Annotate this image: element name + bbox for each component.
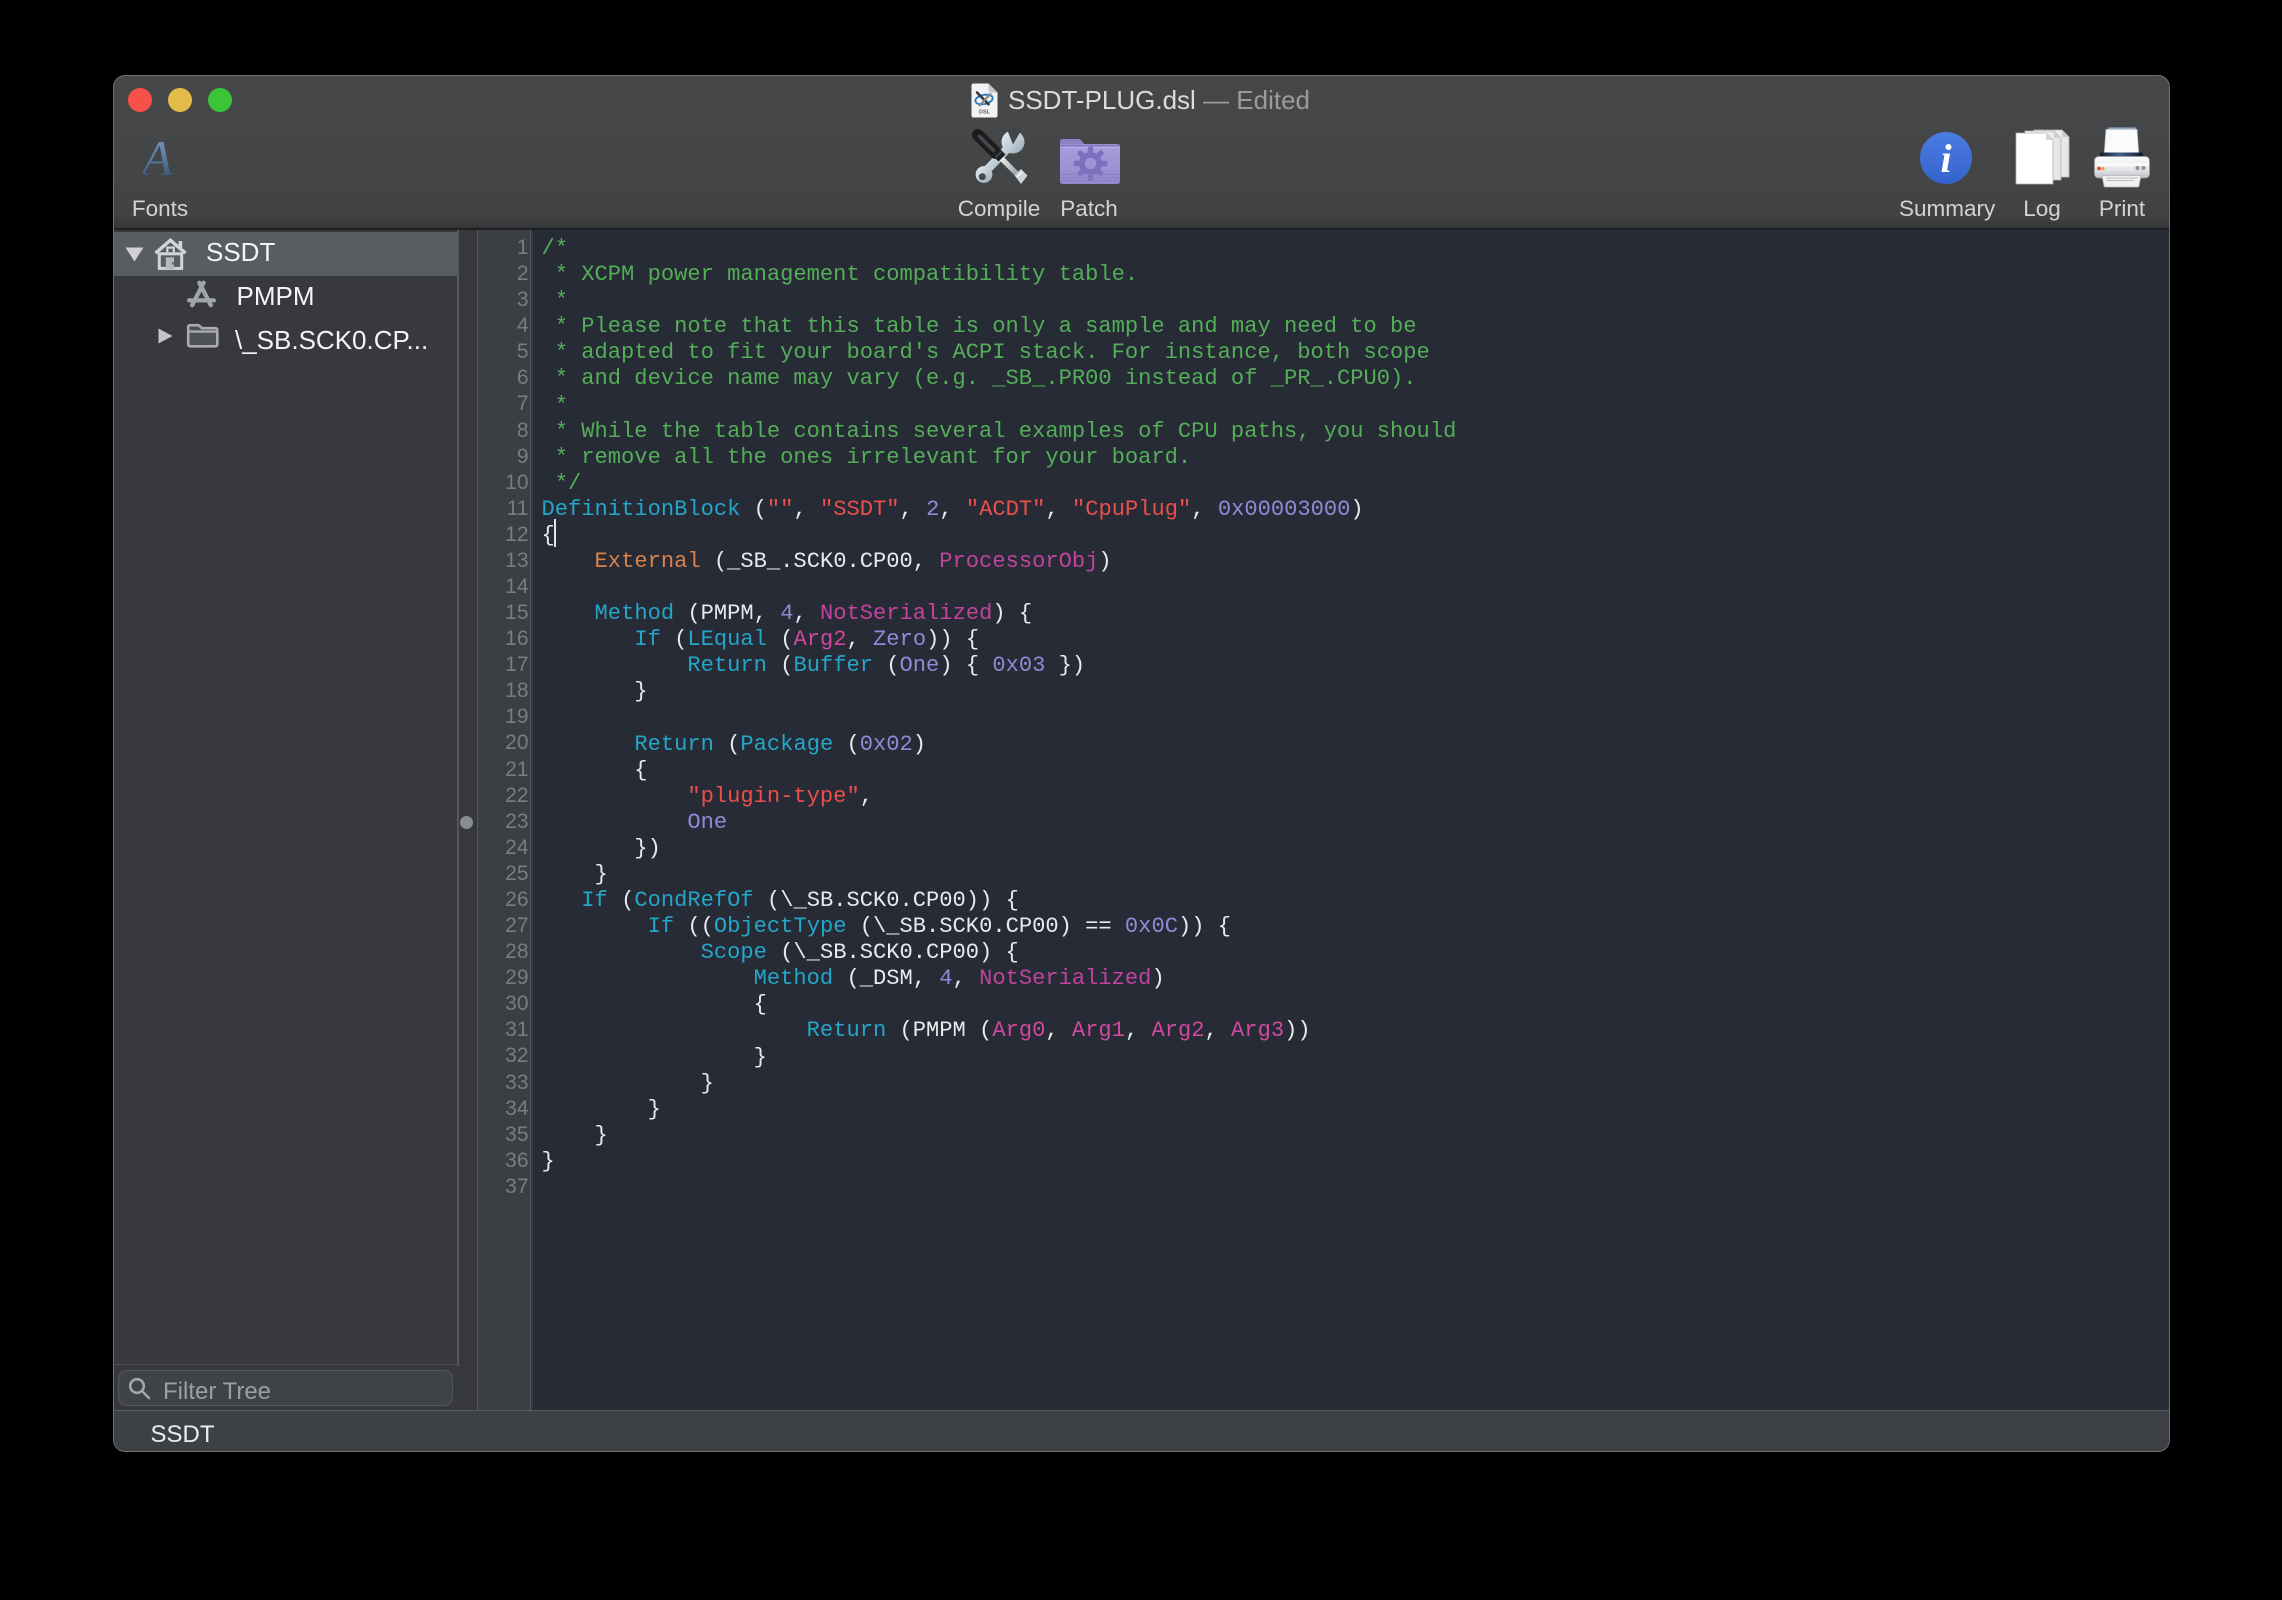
svg-text:DSL: DSL	[979, 110, 991, 116]
svg-text:i: i	[1940, 136, 1951, 181]
svg-text:A: A	[143, 141, 173, 179]
